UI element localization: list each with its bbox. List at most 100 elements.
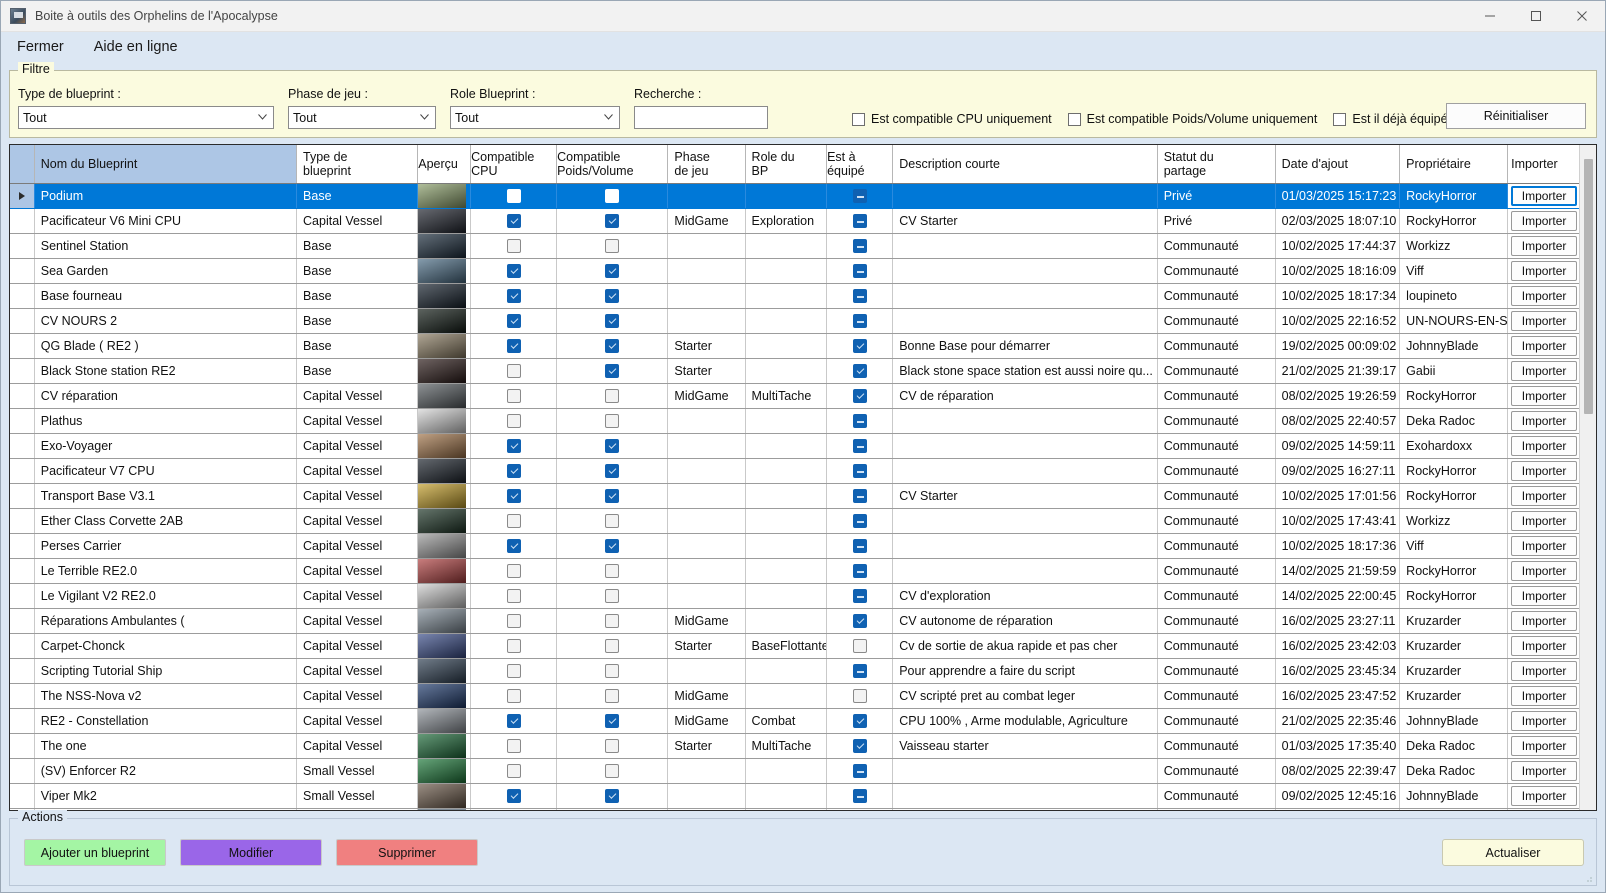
cell-name[interactable]: Sea Garden (34, 258, 298, 284)
cell-type[interactable]: Capital Vessel (296, 633, 419, 659)
cell-weight-volume[interactable] (556, 208, 669, 234)
cell-type[interactable]: Small Vessel (296, 783, 419, 809)
cell-phase[interactable] (667, 283, 746, 309)
cell-equipped[interactable] (826, 783, 894, 809)
equipped-checkbox-icon[interactable] (852, 438, 867, 453)
table-row[interactable]: Le Terrible RE2.0 Capital Vessel Communaut… (10, 558, 1579, 584)
weight-volume-checkbox-icon[interactable] (605, 238, 620, 253)
cell-phase[interactable] (667, 533, 746, 559)
row-selector[interactable] (10, 408, 35, 434)
cell-weight-volume[interactable] (556, 558, 669, 584)
cell-equipped[interactable] (826, 383, 894, 409)
import-button[interactable]: Importer (1511, 285, 1577, 306)
equipped-checkbox-icon[interactable] (852, 763, 867, 778)
cell-date[interactable]: 21/02/2025 21:39:17 (1275, 358, 1401, 384)
table-row[interactable]: Transport Base V3.1 Capital Vessel CV Star… (10, 483, 1579, 509)
cell-share-status[interactable]: Communauté (1157, 783, 1276, 809)
cell-role[interactable] (745, 658, 828, 684)
col-header-role[interactable]: Role du BP (745, 145, 828, 184)
edit-button[interactable]: Modifier (180, 839, 322, 866)
cell-cpu[interactable] (470, 733, 558, 759)
weight-volume-checkbox-icon[interactable] (605, 763, 620, 778)
row-selector[interactable] (10, 333, 35, 359)
cell-owner[interactable]: loupineto (1399, 283, 1509, 309)
cell-preview[interactable] (417, 483, 472, 509)
cell-type[interactable]: Capital Vessel (296, 208, 419, 234)
weight-volume-checkbox-icon[interactable] (605, 488, 620, 503)
import-button[interactable]: Importer (1511, 560, 1577, 581)
cell-equipped[interactable] (826, 433, 894, 459)
cell-role[interactable] (745, 258, 828, 284)
cell-import[interactable]: Importer (1507, 608, 1579, 634)
row-selector[interactable] (10, 383, 35, 409)
equipped-checkbox-icon[interactable] (852, 788, 867, 803)
cell-equipped[interactable] (826, 808, 894, 810)
cell-preview[interactable] (417, 683, 472, 709)
col-header-pv[interactable]: Compatible Poids/Volume (556, 145, 669, 184)
cell-share-status[interactable]: Communauté (1157, 583, 1276, 609)
cell-equipped[interactable] (826, 283, 894, 309)
table-row[interactable]: QG Blade ( RE2 ) Base Starter Bonne Base po… (10, 333, 1579, 359)
import-button[interactable]: Importer (1511, 385, 1577, 406)
cell-date[interactable]: 01/03/2025 15:17:23 (1275, 183, 1401, 209)
row-selector[interactable] (10, 533, 35, 559)
cell-equipped[interactable] (826, 608, 894, 634)
cell-description[interactable]: CV autonome de réparation (892, 608, 1158, 634)
cell-phase[interactable] (667, 758, 746, 784)
cell-description[interactable]: Bonne Base pour démarrer (892, 333, 1158, 359)
cell-cpu[interactable] (470, 433, 558, 459)
cell-cpu[interactable] (470, 483, 558, 509)
cell-type[interactable]: Base (296, 358, 419, 384)
cell-phase[interactable] (667, 233, 746, 259)
cell-weight-volume[interactable] (556, 608, 669, 634)
import-button[interactable]: Importer (1511, 410, 1577, 431)
import-button[interactable]: Importer (1511, 535, 1577, 556)
cpu-checkbox-icon[interactable] (506, 213, 521, 228)
cell-import[interactable]: Importer (1507, 333, 1579, 359)
equipped-checkbox-icon[interactable] (852, 488, 867, 503)
cell-equipped[interactable] (826, 258, 894, 284)
cell-share-status[interactable]: Communauté (1157, 458, 1276, 484)
cell-type[interactable]: Capital Vessel (296, 433, 419, 459)
cpu-checkbox-icon[interactable] (506, 388, 521, 403)
cell-share-status[interactable]: Communauté (1157, 733, 1276, 759)
cell-owner[interactable]: Kruzarder (1399, 633, 1509, 659)
cell-type[interactable]: Base (296, 258, 419, 284)
weight-volume-checkbox-icon[interactable] (605, 788, 620, 803)
weight-volume-checkbox-icon[interactable] (605, 538, 620, 553)
cell-weight-volume[interactable] (556, 508, 669, 534)
import-button[interactable]: Importer (1511, 785, 1577, 806)
cell-role[interactable] (745, 358, 828, 384)
cell-equipped[interactable] (826, 483, 894, 509)
cell-description[interactable] (892, 433, 1158, 459)
cell-import[interactable]: Importer (1507, 583, 1579, 609)
cell-phase[interactable]: Starter (667, 333, 746, 359)
filter-type-select[interactable]: Tout (18, 106, 274, 129)
equipped-checkbox-icon[interactable] (852, 738, 867, 753)
cell-role[interactable] (745, 808, 828, 810)
cpu-checkbox-icon[interactable] (506, 363, 521, 378)
cell-owner[interactable]: Exohardoxx (1399, 433, 1509, 459)
cpu-checkbox-icon[interactable] (506, 488, 521, 503)
cell-name[interactable]: Base fourneau (34, 283, 298, 309)
search-input[interactable] (634, 106, 768, 129)
cell-owner[interactable]: JohnnyBlade (1399, 783, 1509, 809)
cell-preview[interactable] (417, 283, 472, 309)
cell-date[interactable]: 10/02/2025 18:17:34 (1275, 283, 1401, 309)
cell-role[interactable] (745, 683, 828, 709)
cell-preview[interactable] (417, 583, 472, 609)
import-button[interactable]: Importer (1511, 585, 1577, 606)
cell-owner[interactable]: RockyHorror (1399, 183, 1509, 209)
cell-owner[interactable]: UN-NOURS-EN-SLIP (1399, 308, 1509, 334)
cell-weight-volume[interactable] (556, 308, 669, 334)
cell-share-status[interactable]: Communauté (1157, 283, 1276, 309)
cell-type[interactable]: Capital Vessel (296, 683, 419, 709)
equipped-checkbox-icon[interactable] (852, 713, 867, 728)
cell-name[interactable]: Plathus (34, 408, 298, 434)
import-button[interactable]: Importer (1511, 610, 1577, 631)
cell-owner[interactable]: Kruzarder (1399, 658, 1509, 684)
cell-name[interactable]: Viper Mk2 (34, 783, 298, 809)
cell-date[interactable]: 14/02/2025 22:00:45 (1275, 583, 1401, 609)
row-selector[interactable] (10, 458, 35, 484)
cell-weight-volume[interactable] (556, 533, 669, 559)
